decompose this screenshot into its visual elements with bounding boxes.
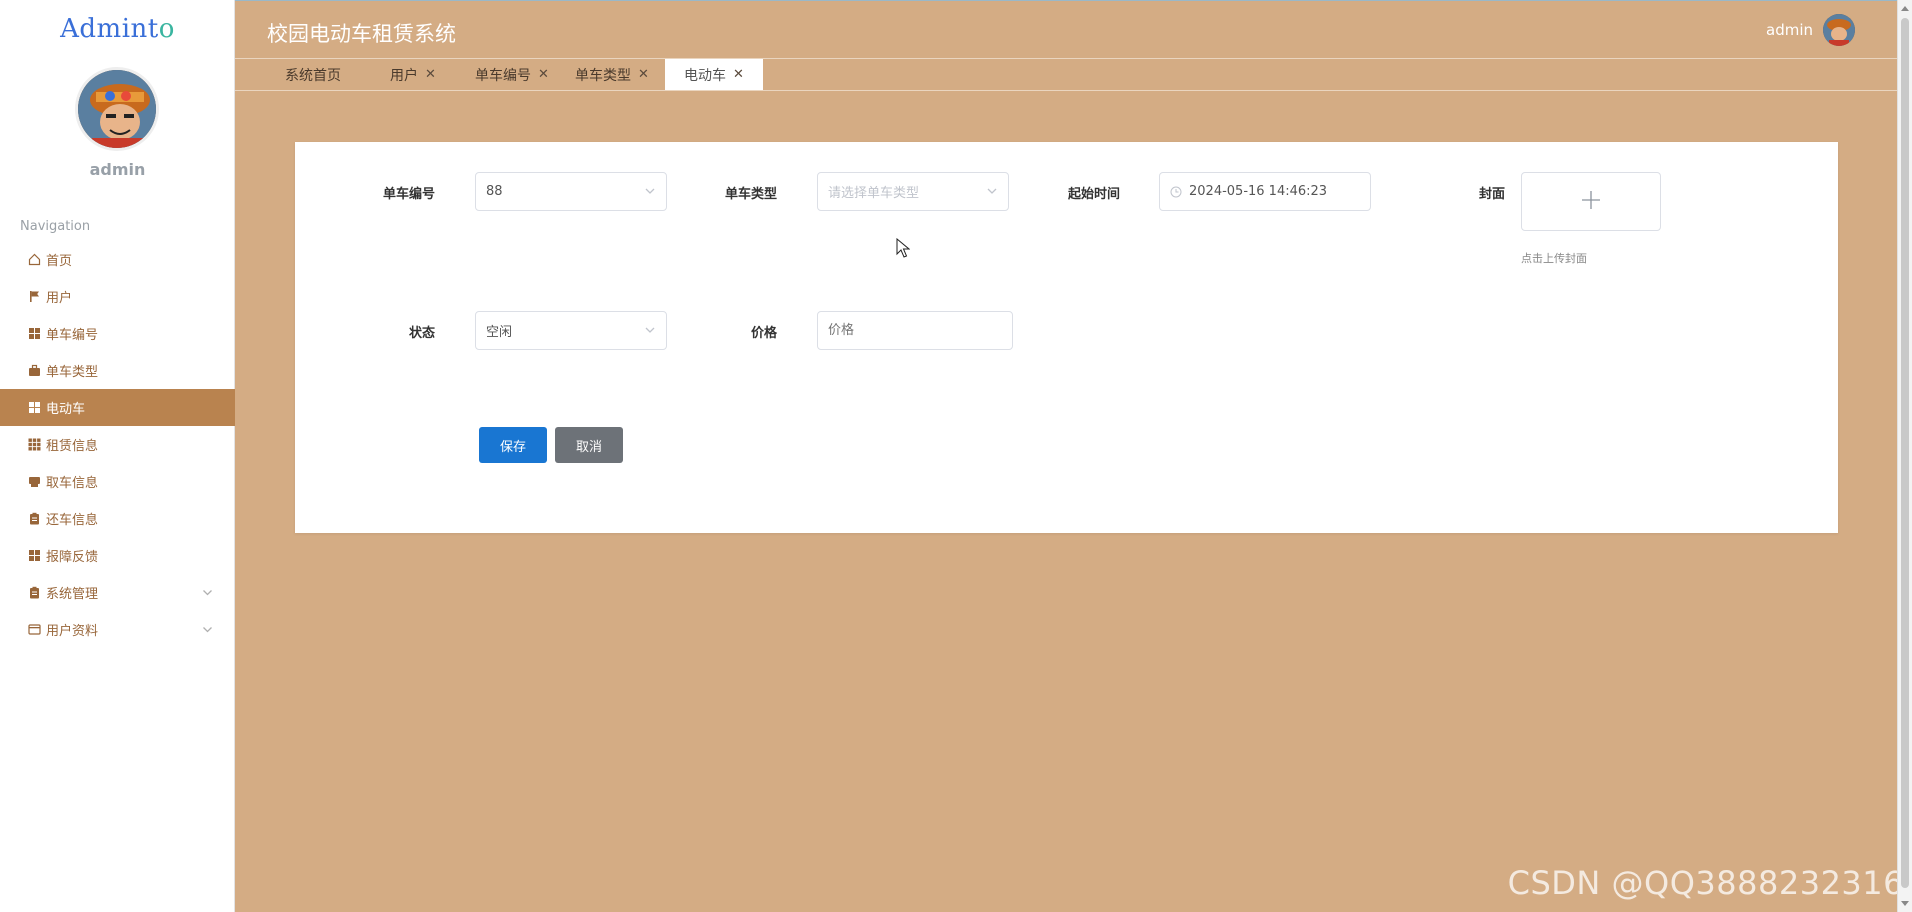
sidebar-item-pickup-info[interactable]: 取车信息 [0,463,235,500]
sidebar-item-label: 报障反馈 [46,550,99,565]
sidebar-item-label: 系统管理 [46,587,99,602]
sidebar-item-bike-number[interactable]: 单车编号 [0,315,235,352]
sidebar-avatar[interactable] [75,67,159,151]
nav-section-title: Navigation [20,219,91,234]
briefcase-icon [28,364,41,377]
close-icon[interactable]: ✕ [638,67,649,82]
price-label: 价格 [750,326,777,341]
sidebar-menu: 首页 用户 单车编号 单车类型 电动车 租赁信息 取车信息 还车信息 报障反馈 … [0,241,235,648]
mouse-cursor-icon [896,237,911,262]
grid9-icon [28,438,41,451]
sidebar-item-fault-feedback[interactable]: 报障反馈 [0,537,235,574]
cover-upload-tip: 点击上传封面 [1521,252,1587,265]
sidebar: Adminto admin Navigation 首页 用户 单车编号 单车类型… [0,0,235,912]
bike-type-select[interactable]: 请选择单车类型 [817,172,1009,211]
home-icon [28,253,41,266]
close-icon[interactable]: ✕ [425,67,436,82]
tab-label: 单车编号 [475,67,531,84]
start-time-label: 起始时间 [1067,187,1120,202]
app-title: 校园电动车租赁系统 [267,22,456,46]
scrollbar-thumb[interactable] [1901,18,1909,888]
sidebar-item-label: 电动车 [46,402,86,417]
sidebar-item-users[interactable]: 用户 [0,278,235,315]
card-icon [28,623,41,636]
flag-icon [28,290,41,303]
sidebar-item-bike-type[interactable]: 单车类型 [0,352,235,389]
grid-icon [28,401,41,414]
start-time-value: 2024-05-16 14:46:23 [1189,184,1328,199]
sidebar-item-label: 租赁信息 [46,439,99,454]
tab-users[interactable]: 用户 ✕ [390,59,436,90]
sidebar-item-label: 单车编号 [46,328,99,343]
sidebar-item-label: 用户资料 [46,624,99,639]
chevron-down-icon [202,624,213,639]
status-label: 状态 [408,326,435,341]
tab-system-home[interactable]: 系统首页 [285,59,341,90]
tab-label: 电动车 [684,67,726,84]
printer-icon [28,475,41,488]
status-select[interactable]: 空闲 [475,311,667,350]
clock-icon [1170,186,1182,198]
plus-icon [1580,189,1602,215]
clipboard-icon [28,512,41,525]
sidebar-item-label: 取车信息 [46,476,99,491]
tab-label: 用户 [390,67,418,84]
page-scrollbar[interactable] [1897,0,1912,912]
tab-bike-number[interactable]: 单车编号 ✕ [475,59,549,90]
top-header: 校园电动车租赁系统 admin [235,0,1897,58]
save-button[interactable]: 保存 [479,427,547,463]
bike-type-placeholder: 请选择单车类型 [828,186,920,201]
grid-icon [28,327,41,340]
bike-number-value: 88 [486,184,503,199]
sidebar-item-label: 还车信息 [46,513,99,528]
close-icon[interactable]: ✕ [538,67,549,82]
scroll-up-icon[interactable] [1901,6,1909,11]
brand-logo[interactable]: Adminto [0,14,235,44]
sidebar-item-ebike[interactable]: 电动车 [0,389,235,426]
chevron-down-icon [986,185,998,201]
bike-number-label: 单车编号 [382,187,435,202]
header-username: admin [1766,21,1813,39]
sidebar-item-label: 用户 [46,291,73,306]
sidebar-item-label: 首页 [46,254,73,269]
sidebar-item-label: 单车类型 [46,365,99,380]
tab-label: 单车类型 [575,67,631,84]
logo-text: Admint [60,14,159,44]
cover-upload-button[interactable] [1521,172,1661,231]
price-input[interactable] [817,311,1013,350]
sidebar-item-system-management[interactable]: 系统管理 [0,574,235,611]
chevron-down-icon [644,185,656,201]
ebike-form-card: 单车编号 88 单车类型 请选择单车类型 起始时间 2024-05-16 14:… [295,142,1838,533]
clipboard-icon [28,586,41,599]
sidebar-username: admin [89,160,146,179]
status-value: 空闲 [486,325,513,340]
cancel-button[interactable]: 取消 [555,427,623,463]
tab-bike-type[interactable]: 单车类型 ✕ [575,59,649,90]
start-time-picker[interactable]: 2024-05-16 14:46:23 [1159,172,1371,211]
bike-type-label: 单车类型 [724,187,777,202]
watermark-text: CSDN @QQ3888232316 [1507,864,1904,902]
sidebar-item-rental-info[interactable]: 租赁信息 [0,426,235,463]
logo-text-tail: o [158,14,175,44]
sidebar-item-home[interactable]: 首页 [0,241,235,278]
avatar[interactable] [1823,14,1855,46]
cover-label: 封面 [1478,187,1505,202]
scroll-down-icon[interactable] [1901,901,1909,906]
header-user-menu[interactable]: admin [1766,14,1855,46]
chevron-down-icon [644,324,656,340]
close-icon[interactable]: ✕ [733,67,744,82]
bike-number-select[interactable]: 88 [475,172,667,211]
sidebar-item-user-profile[interactable]: 用户资料 [0,611,235,648]
sidebar-item-return-info[interactable]: 还车信息 [0,500,235,537]
tab-label: 系统首页 [285,67,341,84]
grid-icon [28,549,41,562]
chevron-down-icon [202,587,213,602]
tab-bar: 系统首页 用户 ✕ 单车编号 ✕ 单车类型 ✕ 电动车 ✕ [235,58,1897,91]
tab-ebike[interactable]: 电动车 ✕ [665,59,763,90]
